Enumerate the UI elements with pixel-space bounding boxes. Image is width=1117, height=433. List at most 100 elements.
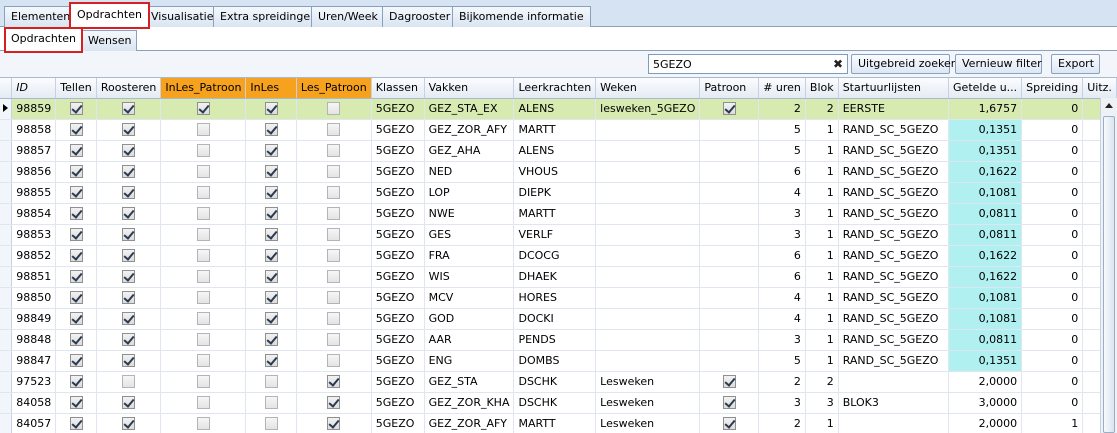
cell-id[interactable]: 98855 bbox=[11, 182, 57, 204]
checkbox-roosteren[interactable] bbox=[122, 291, 136, 305]
cell-vakken[interactable]: GEZ_ZOR_AFY bbox=[424, 413, 515, 433]
cell-vakken[interactable]: FRA bbox=[424, 245, 515, 267]
cell-patroon[interactable] bbox=[699, 308, 760, 330]
cell-weken[interactable]: Lesweken bbox=[595, 371, 701, 393]
cell-inles-patroon[interactable] bbox=[160, 308, 247, 330]
checkbox-inles[interactable] bbox=[264, 354, 278, 368]
cell-inles[interactable] bbox=[245, 266, 297, 288]
col-header-vakken[interactable]: Vakken bbox=[424, 78, 515, 99]
cell-vakken[interactable]: GEZ_ZOR_AFY bbox=[424, 119, 515, 141]
cell-id[interactable]: 98851 bbox=[11, 266, 57, 288]
table-row[interactable]: 98854 5GEZO NWE MARTT 3 1 RAND_SC_5GEZO 0,0811 0 bbox=[0, 203, 1117, 225]
checkbox-roosteren[interactable] bbox=[122, 375, 136, 389]
cell-inles[interactable] bbox=[245, 224, 297, 246]
cell-uren[interactable]: 2 bbox=[758, 413, 806, 433]
cell-startuurlijsten[interactable]: RAND_SC_5GEZO bbox=[838, 203, 950, 225]
cell-id[interactable]: 98852 bbox=[11, 245, 57, 267]
cell-blok[interactable]: 1 bbox=[805, 350, 839, 372]
cell-inles[interactable] bbox=[245, 203, 297, 225]
cell-tellen[interactable] bbox=[55, 413, 97, 433]
tab-visualisatie[interactable]: Visualisatie bbox=[144, 6, 221, 27]
cell-inles-patroon[interactable] bbox=[160, 392, 247, 414]
col-header-blok[interactable]: Blok bbox=[805, 78, 839, 99]
checkbox-roosteren[interactable] bbox=[122, 249, 136, 263]
row-indicator[interactable] bbox=[0, 224, 13, 246]
cell-uren[interactable]: 6 bbox=[758, 266, 806, 288]
checkbox-inles-patroon[interactable] bbox=[196, 123, 210, 137]
checkbox-roosteren[interactable] bbox=[122, 144, 136, 158]
cell-les-patroon[interactable] bbox=[296, 329, 372, 351]
cell-spreiding[interactable]: 0 bbox=[1021, 140, 1084, 162]
tab-bijkomende-informatie[interactable]: Bijkomende informatie bbox=[452, 6, 591, 27]
cell-uren[interactable]: 3 bbox=[758, 203, 806, 225]
checkbox-tellen[interactable] bbox=[69, 228, 83, 242]
cell-startuurlijsten[interactable]: RAND_SC_5GEZO bbox=[838, 266, 950, 288]
cell-vakken[interactable]: MCV bbox=[424, 287, 515, 309]
checkbox-les-patroon[interactable] bbox=[327, 417, 341, 431]
cell-spreiding[interactable]: 0 bbox=[1021, 203, 1084, 225]
checkbox-tellen[interactable] bbox=[69, 207, 83, 221]
cell-vakken[interactable]: NED bbox=[424, 161, 515, 183]
cell-patroon[interactable] bbox=[699, 245, 760, 267]
cell-inles-patroon[interactable] bbox=[160, 266, 247, 288]
cell-leerkrachten[interactable]: MARTT bbox=[513, 413, 597, 433]
cell-klassen[interactable]: 5GEZO bbox=[371, 140, 425, 162]
checkbox-inles[interactable] bbox=[264, 102, 278, 116]
cell-inles-patroon[interactable] bbox=[160, 350, 247, 372]
checkbox-inles-patroon[interactable] bbox=[196, 207, 210, 221]
cell-getelde[interactable]: 0,1081 bbox=[948, 287, 1023, 309]
checkbox-patroon[interactable] bbox=[722, 396, 736, 410]
checkbox-tellen[interactable] bbox=[69, 186, 83, 200]
cell-uren[interactable]: 5 bbox=[758, 350, 806, 372]
table-row[interactable]: 98848 5GEZO AAR PENDS 3 1 RAND_SC_5GEZO 0,0811 0 bbox=[0, 329, 1117, 351]
cell-getelde[interactable]: 0,0811 bbox=[948, 329, 1023, 351]
cell-inles[interactable] bbox=[245, 308, 297, 330]
cell-spreiding[interactable]: 0 bbox=[1021, 329, 1084, 351]
cell-startuurlijsten[interactable]: RAND_SC_5GEZO bbox=[838, 182, 950, 204]
cell-uren[interactable]: 4 bbox=[758, 308, 806, 330]
cell-blok[interactable]: 1 bbox=[805, 245, 839, 267]
cell-weken[interactable] bbox=[595, 308, 701, 330]
cell-startuurlijsten[interactable] bbox=[838, 413, 950, 433]
checkbox-inles[interactable] bbox=[264, 249, 278, 263]
cell-patroon[interactable] bbox=[699, 161, 760, 183]
checkbox-inles-patroon[interactable] bbox=[196, 165, 210, 179]
cell-klassen[interactable]: 5GEZO bbox=[371, 287, 425, 309]
cell-leerkrachten[interactable]: DIEPK bbox=[513, 182, 597, 204]
cell-getelde[interactable]: 2,0000 bbox=[948, 371, 1023, 393]
cell-tellen[interactable] bbox=[55, 287, 97, 309]
checkbox-les-patroon[interactable] bbox=[327, 375, 341, 389]
cell-startuurlijsten[interactable]: RAND_SC_5GEZO bbox=[838, 161, 950, 183]
cell-leerkrachten[interactable]: DSCHK bbox=[513, 371, 597, 393]
row-indicator[interactable] bbox=[0, 371, 13, 393]
cell-id[interactable]: 97523 bbox=[11, 371, 57, 393]
checkbox-inles-patroon[interactable] bbox=[196, 186, 210, 200]
cell-roosteren[interactable] bbox=[96, 161, 162, 183]
cell-tellen[interactable] bbox=[55, 245, 97, 267]
table-row[interactable]: 98850 5GEZO MCV HORES 4 1 RAND_SC_5GEZO 0,1081 0 bbox=[0, 287, 1117, 309]
search-input[interactable] bbox=[651, 56, 829, 72]
checkbox-les-patroon[interactable] bbox=[327, 144, 341, 158]
cell-getelde[interactable]: 0,1081 bbox=[948, 308, 1023, 330]
cell-getelde[interactable]: 0,1622 bbox=[948, 266, 1023, 288]
cell-roosteren[interactable] bbox=[96, 392, 162, 414]
col-header-klassen[interactable]: Klassen bbox=[371, 78, 425, 99]
cell-weken[interactable] bbox=[595, 182, 701, 204]
table-row[interactable]: 98847 5GEZO ENG DOMBS 5 1 RAND_SC_5GEZO 0,1351 0 bbox=[0, 350, 1117, 372]
checkbox-les-patroon[interactable] bbox=[327, 207, 341, 221]
cell-spreiding[interactable]: 0 bbox=[1021, 392, 1084, 414]
cell-leerkrachten[interactable]: MARTT bbox=[513, 203, 597, 225]
checkbox-tellen[interactable] bbox=[69, 249, 83, 263]
cell-inles[interactable] bbox=[245, 287, 297, 309]
cell-roosteren[interactable] bbox=[96, 266, 162, 288]
cell-inles[interactable] bbox=[245, 371, 297, 393]
cell-patroon[interactable] bbox=[699, 119, 760, 141]
cell-id[interactable]: 98859 bbox=[11, 98, 57, 120]
cell-inles-patroon[interactable] bbox=[160, 161, 247, 183]
checkbox-roosteren[interactable] bbox=[122, 354, 136, 368]
cell-les-patroon[interactable] bbox=[296, 140, 372, 162]
cell-klassen[interactable]: 5GEZO bbox=[371, 308, 425, 330]
cell-getelde[interactable]: 0,1351 bbox=[948, 140, 1023, 162]
cell-id[interactable]: 98849 bbox=[11, 308, 57, 330]
col-header-leerkrachten[interactable]: Leerkrachten bbox=[513, 78, 597, 99]
